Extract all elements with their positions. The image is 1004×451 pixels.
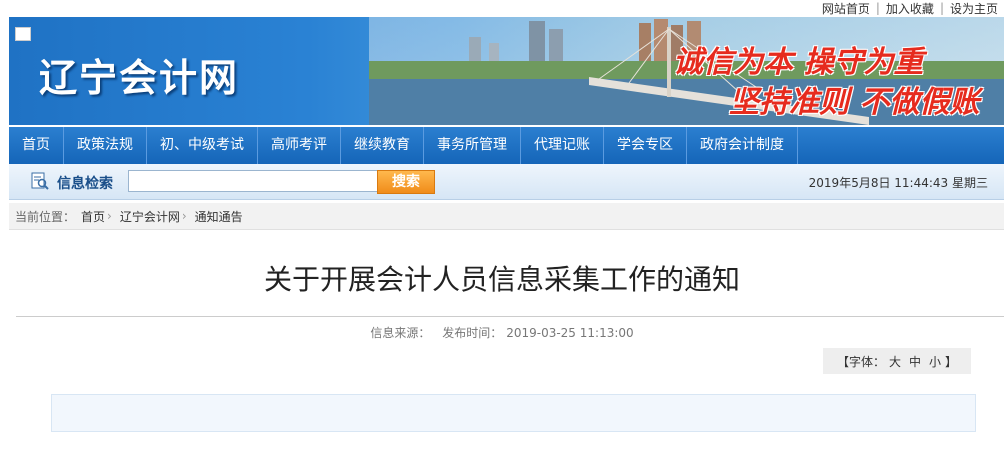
search-button[interactable]: 搜索 [377,170,435,194]
search-icon [31,172,49,190]
header-banner: 辽宁会计网 诚信为本 操守为重 坚持准则 不做假账 [9,17,1004,125]
nav-item-senior-review[interactable]: 高师考评 [258,127,341,164]
nav-item-society[interactable]: 学会专区 [604,127,687,164]
current-datetime: 2019年5月8日 11:44:43 星期三 [808,176,988,190]
font-size-large[interactable]: 大 [889,353,901,370]
nav-item-exams[interactable]: 初、中级考试 [147,127,258,164]
image-icon [15,27,31,41]
search-label: 信息检索 [57,176,113,192]
breadcrumb-site[interactable]: 辽宁会计网 [120,208,180,225]
search-input[interactable] [128,170,384,192]
font-size-control: 【字体： 大 中 小 】 [823,348,971,374]
nav-item-bookkeeping[interactable]: 代理记账 [521,127,604,164]
nav-item-gov-accounting[interactable]: 政府会计制度 [687,127,798,164]
set-homepage-link[interactable]: 设为主页 [944,0,1004,17]
article-meta: 信息来源： 发布时间： 2019-03-25 11:13:00 [0,324,1004,341]
home-link[interactable]: 网站首页 [816,0,876,17]
font-size-suffix: 】 [945,354,958,369]
font-size-medium[interactable]: 中 [909,353,921,370]
title-divider [16,316,1004,317]
main-nav: 首页 政策法规 初、中级考试 高师考评 继续教育 事务所管理 代理记账 学会专区… [9,127,1004,165]
search-bar: 信息检索 搜索 2019年5月8日 11:44:43 星期三 [9,164,1004,200]
nav-item-continuing-education[interactable]: 继续教育 [341,127,424,164]
breadcrumb-prefix: 当前位置： [15,209,76,224]
breadcrumb: 当前位置： 首页 › 辽宁会计网 › 通知通告 [9,203,1004,230]
font-size-small[interactable]: 小 [929,353,941,370]
nav-item-policy[interactable]: 政策法规 [64,127,147,164]
article-title: 关于开展会计人员信息采集工作的通知 [263,263,740,296]
source-label: 信息来源： [370,326,431,340]
slogan-line-1: 诚信为本 操守为重 [673,45,924,80]
nav-item-firm-management[interactable]: 事务所管理 [424,127,521,164]
publish-label: 发布时间： [442,326,503,340]
article-content [51,394,976,432]
breadcrumb-notices[interactable]: 通知通告 [195,208,243,225]
slogan-line-2: 坚持准则 不做假账 [729,85,980,120]
add-favorite-link[interactable]: 加入收藏 [880,0,940,17]
nav-item-home[interactable]: 首页 [9,127,64,164]
publish-time: 2019-03-25 11:13:00 [506,326,634,340]
breadcrumb-home[interactable]: 首页 [81,208,105,225]
font-size-prefix: 【字体： [836,354,885,369]
site-title: 辽宁会计网 [39,56,240,100]
chevron-right-icon: › [107,209,112,223]
chevron-right-icon: › [181,209,187,223]
top-links: 网站首页 | 加入收藏 | 设为主页 [816,0,1004,16]
